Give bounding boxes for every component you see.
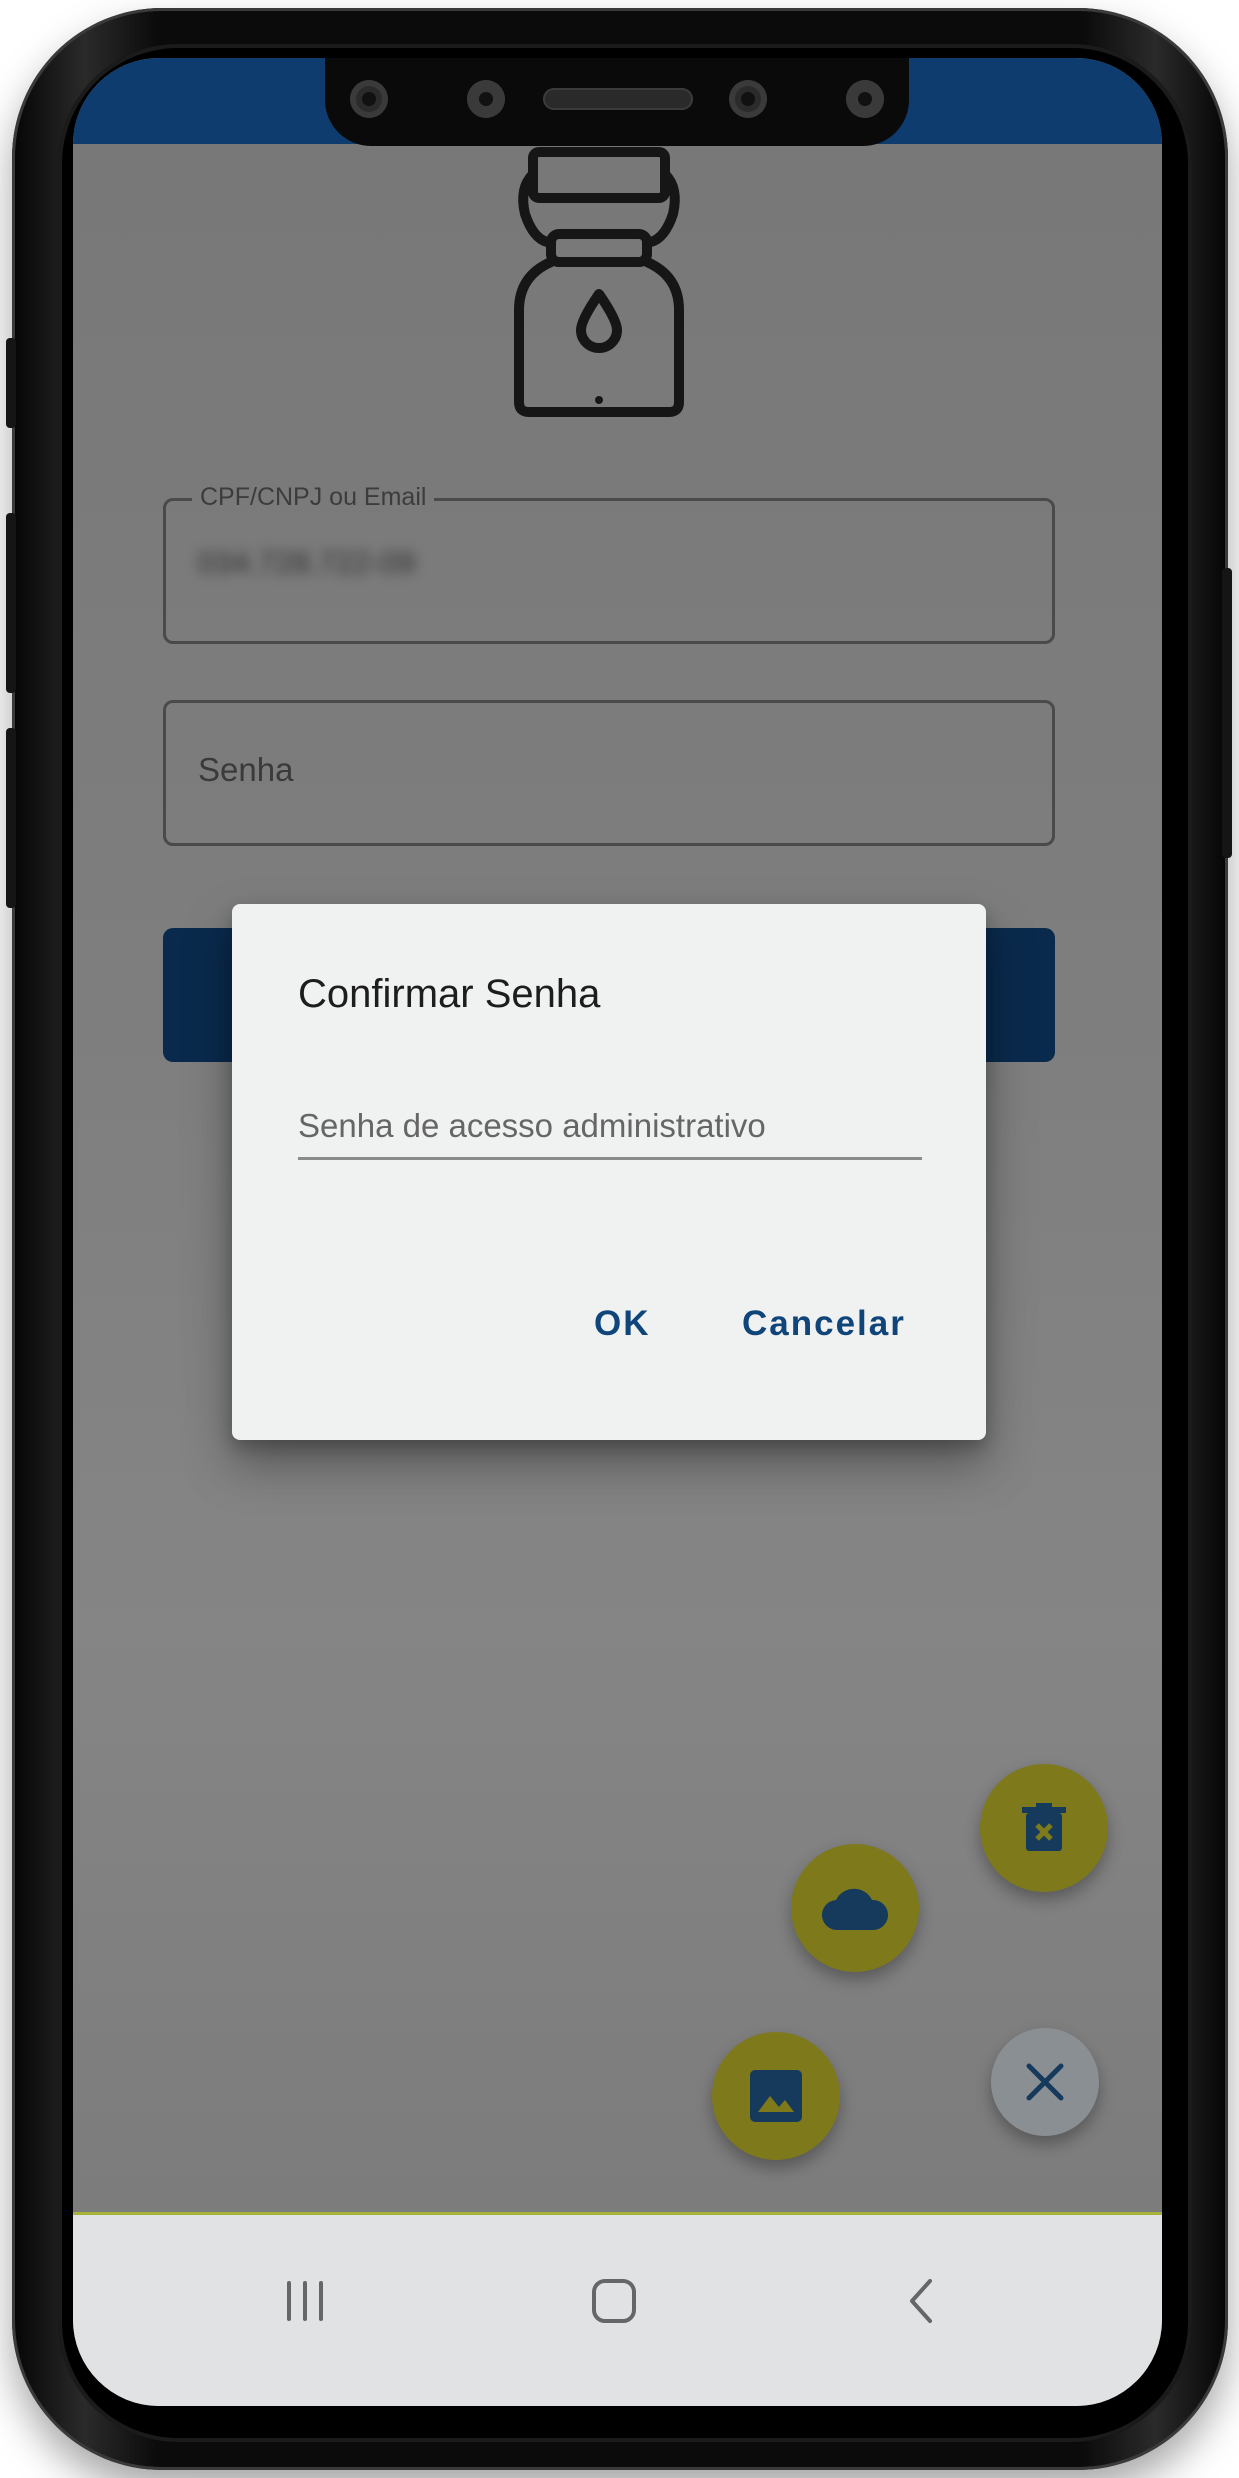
sensor-dot bbox=[467, 80, 505, 118]
cancel-button[interactable]: Cancelar bbox=[742, 1304, 906, 1344]
volume-up-button bbox=[6, 513, 16, 693]
confirm-password-dialog: Confirmar Senha OK Cancelar bbox=[232, 904, 986, 1440]
earpiece-speaker bbox=[543, 88, 693, 110]
volume-down-button bbox=[6, 728, 16, 908]
admin-password-input[interactable] bbox=[298, 1094, 922, 1160]
dialog-title: Confirmar Senha bbox=[298, 972, 601, 1016]
dialog-layer: Confirmar Senha OK Cancelar bbox=[73, 58, 1162, 2406]
front-camera-secondary bbox=[729, 80, 767, 118]
power-button bbox=[1222, 568, 1232, 858]
volume-button bbox=[6, 338, 16, 428]
proximity-sensor bbox=[846, 80, 884, 118]
camera-notch bbox=[325, 58, 909, 146]
ok-button[interactable]: OK bbox=[594, 1304, 651, 1344]
front-camera bbox=[350, 80, 388, 118]
